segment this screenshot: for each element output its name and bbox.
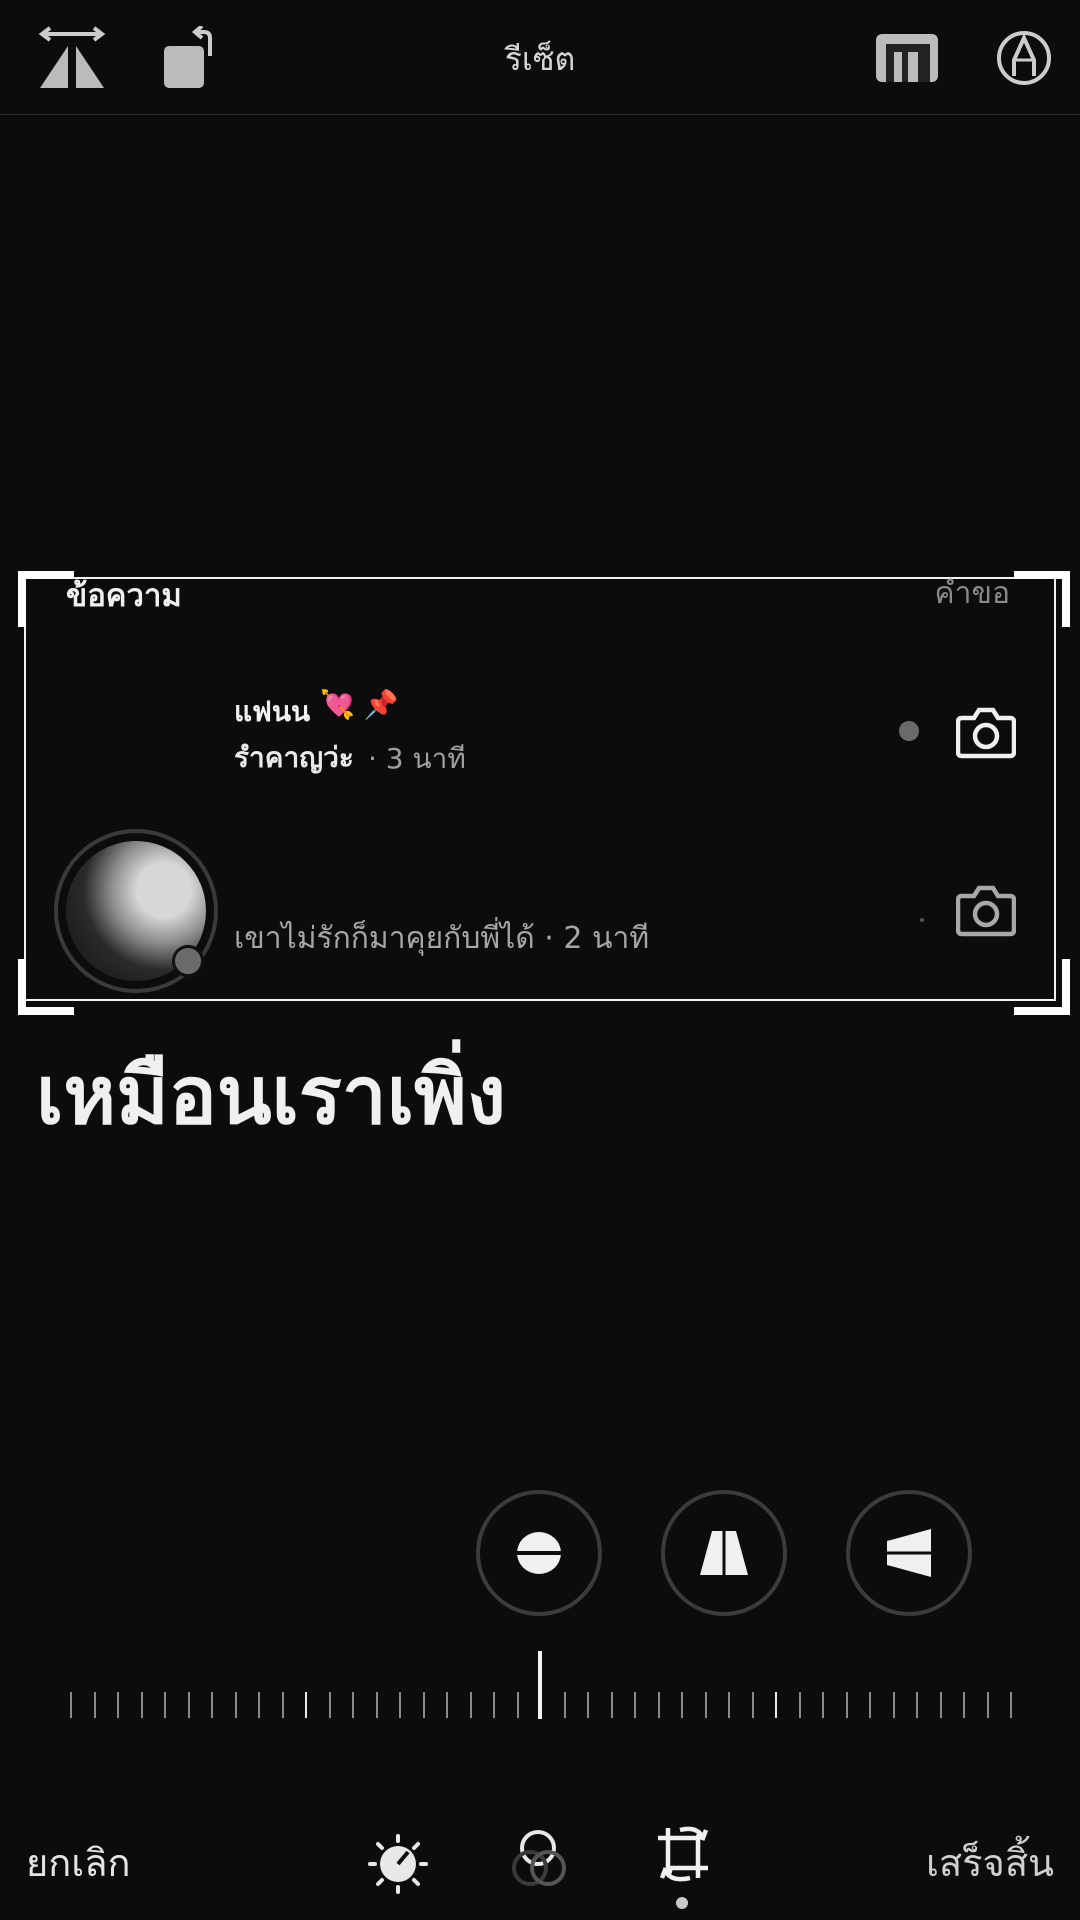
ruler-tick [799,1692,801,1718]
ruler-tick [940,1692,942,1718]
ruler-tick [1010,1692,1012,1718]
ruler-tick [587,1692,589,1718]
ruler-tick [235,1692,237,1718]
chat1-time: · 3 นาที [368,742,466,775]
ruler-tick [352,1692,354,1718]
ruler-tick [963,1692,965,1718]
ruler-tick [916,1692,918,1718]
ruler-tick [446,1692,448,1718]
ruler-tick [517,1692,519,1718]
ruler-tick [681,1692,683,1718]
ruler-tick [987,1692,989,1718]
ruler-tick [399,1692,401,1718]
ruler-tick [211,1692,213,1718]
ruler-tick [188,1692,190,1718]
chat1-last-message: รำคาญว่ะ [234,741,354,774]
crop-handle-bottom-right[interactable] [1014,959,1070,1015]
crop-handle-bottom-left[interactable] [18,959,74,1015]
angle-indicator [538,1651,542,1719]
horizontal-perspective-icon [881,1529,937,1577]
ruler-tick [728,1692,730,1718]
ruler-tick [634,1692,636,1718]
vertical-perspective-button[interactable] [661,1490,787,1616]
markup-pen-icon[interactable] [996,30,1052,86]
ruler-tick [70,1692,72,1718]
vertical-perspective-icon [700,1525,748,1581]
done-button[interactable]: เสร็จสิ้น [926,1832,1054,1893]
filters-icon[interactable] [512,1826,572,1890]
horizontal-perspective-button[interactable] [846,1490,972,1616]
top-toolbar: รีเซ็ต [0,0,1080,115]
ruler-tick [705,1692,707,1718]
chat1-name-emoji: 💘 📌 [320,688,399,721]
crop-handle-top-right[interactable] [1014,571,1070,627]
crop-rotate-icon[interactable] [652,1822,716,1888]
ruler-tick [611,1692,613,1718]
ruler-tick [775,1692,777,1718]
requests-header: คำขอ [934,576,1010,611]
ruler-tick [493,1692,495,1718]
ruler-tick [658,1692,660,1718]
cancel-button[interactable]: ยกเลิก [26,1832,131,1893]
ruler-tick [164,1692,166,1718]
camera-icon[interactable] [955,882,1017,938]
online-status-dot [172,945,204,977]
ruler-tick [564,1692,566,1718]
ruler-tick [423,1692,425,1718]
straighten-icon [511,1532,567,1574]
chat1-name: แฟนน [234,695,311,728]
camera-icon[interactable] [955,704,1017,760]
ruler-tick [94,1692,96,1718]
ruler-tick [846,1692,848,1718]
ruler-tick [752,1692,754,1718]
unread-dot [899,721,919,741]
ruler-tick [282,1692,284,1718]
chat2-message: เขาไม่รักก็มาคุยกับพี่ได้ · 2 นาที [234,921,650,956]
ruler-tick [329,1692,331,1718]
decorative-dot [920,918,924,922]
overlay-text: เหมือนเราเพิ่ง [36,1049,506,1142]
ruler-tick [305,1692,307,1718]
ruler-tick [258,1692,260,1718]
ruler-tick [822,1692,824,1718]
ruler-tick [869,1692,871,1718]
ruler-tick [376,1692,378,1718]
ruler-tick [141,1692,143,1718]
ruler-tick [893,1692,895,1718]
ruler-tick [117,1692,119,1718]
aspect-ratio-icon[interactable] [876,32,938,84]
ruler-tick [470,1692,472,1718]
messages-header: ข้อความ [66,578,182,614]
straighten-button[interactable] [476,1490,602,1616]
adjust-icon[interactable] [366,1832,430,1896]
active-tool-indicator [676,1897,688,1909]
